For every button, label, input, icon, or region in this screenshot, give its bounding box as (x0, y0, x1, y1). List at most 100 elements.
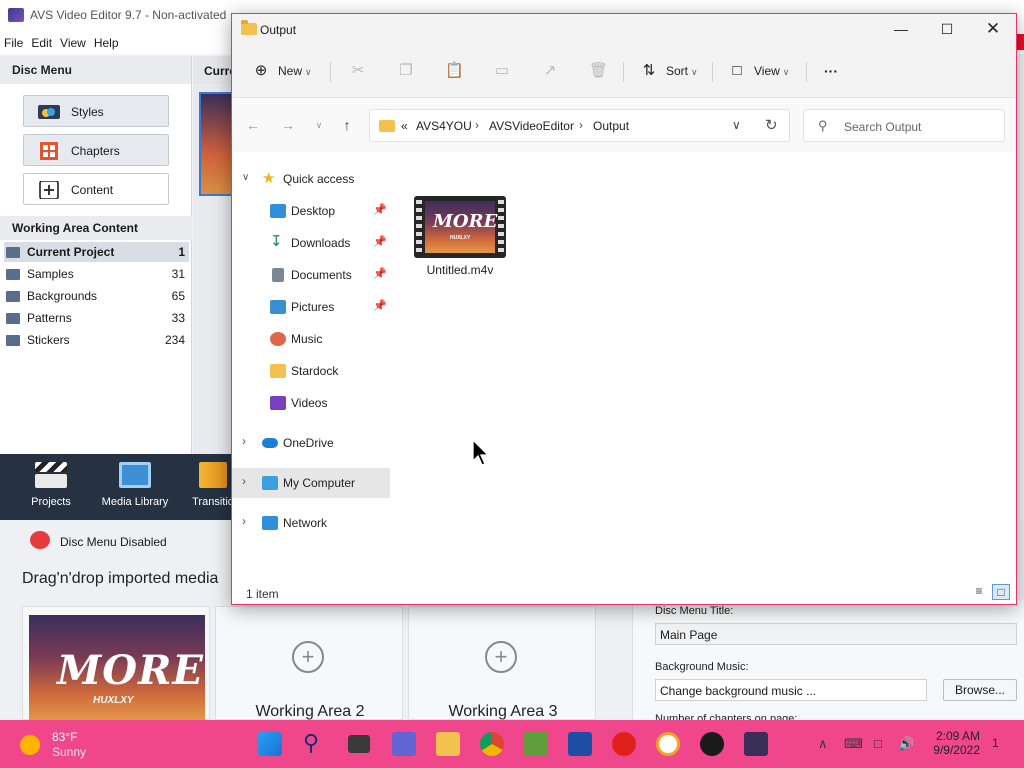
star-icon: ★ (262, 170, 276, 187)
back-arrow-icon[interactable]: ← (242, 115, 264, 135)
disc-menu-disabled-label: Disc Menu Disabled (60, 535, 167, 549)
details-view-icon[interactable]: ≡ (970, 584, 988, 600)
avs-video-editor-taskbar-icon[interactable] (744, 732, 768, 756)
file-explorer-window: Output — ☐ ✕ ⊕ New ∨ ✂ ❐ 📋 ▭ ↗ 🗑 ⇅ Sort ∨ □ V… (231, 13, 1017, 605)
network-status-icon[interactable]: □ (874, 736, 882, 751)
wac-row-patterns[interactable]: Patterns 33 (4, 308, 189, 328)
breadcrumb-avs4you[interactable]: AVS4YOU (416, 119, 472, 133)
background-music-field[interactable]: Change background music ... (655, 679, 927, 701)
refresh-icon[interactable]: ↻ (765, 116, 778, 134)
copy-icon[interactable]: ❐ (397, 62, 415, 80)
wac-row-count: 1 (178, 245, 185, 259)
rename-icon[interactable]: ▭ (493, 62, 511, 80)
new-button[interactable]: ⊕ New ∨ (252, 60, 312, 82)
minecraft-icon[interactable] (524, 732, 548, 756)
wac-row-current-project[interactable]: Current Project 1 (4, 242, 189, 262)
chapters-button[interactable]: Chapters (23, 134, 169, 166)
styles-button[interactable]: Styles (23, 95, 169, 127)
chevron-down-icon: ∨ (242, 172, 250, 183)
disc-menu-title-field[interactable]: Main Page (655, 623, 1017, 645)
view-button[interactable]: □ View ∨ (728, 60, 789, 82)
task-view-icon[interactable] (348, 735, 370, 753)
weather-temperature: 83°F (52, 730, 78, 744)
pictures-icon (270, 300, 286, 314)
keyboard-icon[interactable]: ⌨ (844, 736, 863, 752)
notification-count[interactable]: 1 (992, 736, 999, 750)
media-library-tab[interactable]: Media Library (100, 462, 170, 508)
paste-icon[interactable]: 📋 (445, 62, 464, 80)
nav-my-computer[interactable]: › My Computer (232, 468, 390, 498)
chevron-up-icon[interactable]: ∧ (818, 736, 828, 752)
explorer-navigation-bar: ← → ∨ ↑ « AVS4YOU › AVSVideoEditor › Out… (232, 98, 1016, 152)
browse-button[interactable]: Browse... (943, 679, 1017, 701)
menu-edit[interactable]: Edit (27, 32, 56, 50)
nav-downloads-label: Downloads (291, 236, 351, 250)
close-button[interactable]: ✕ (970, 14, 1016, 44)
teams-chat-icon[interactable] (392, 732, 416, 756)
thumbnail-sub-text: HUXLXY (450, 235, 471, 241)
settings-gear-icon[interactable] (700, 732, 724, 756)
file-item[interactable]: MORE HUXLXY Untitled.m4v (410, 196, 510, 277)
menu-help[interactable]: Help (90, 32, 123, 50)
share-icon[interactable]: ↗ (541, 62, 559, 80)
wac-row-name: Samples (27, 267, 74, 281)
system-clock[interactable]: 2:09 AM 9/9/2022 (920, 729, 980, 757)
nav-downloads[interactable]: ↧ Downloads 📌 (232, 228, 390, 258)
app-icon[interactable] (568, 732, 592, 756)
sun-icon (20, 735, 40, 755)
disc-menu-heading: Disc Menu (0, 56, 191, 84)
up-arrow-icon[interactable]: ↑ (336, 115, 358, 135)
maximize-button[interactable]: ☐ (924, 14, 970, 44)
wac-row-name: Stickers (27, 333, 70, 347)
clock-date: 9/9/2022 (933, 743, 980, 757)
wac-row-samples[interactable]: Samples 31 (4, 264, 189, 284)
command-separator (330, 62, 331, 82)
volume-icon[interactable]: 🔊 (898, 736, 914, 752)
security-icon[interactable] (656, 732, 680, 756)
breadcrumb-overflow[interactable]: « (401, 119, 408, 133)
opera-icon[interactable] (612, 732, 636, 756)
projects-tab[interactable]: Projects (26, 462, 76, 508)
file-list-area[interactable]: MORE HUXLXY Untitled.m4v (392, 152, 1016, 580)
working-area-3[interactable]: + Working Area 3 (408, 606, 596, 720)
start-button[interactable] (258, 732, 282, 756)
menu-view[interactable]: View (56, 32, 90, 50)
search-icon[interactable]: ⚲ (303, 732, 327, 756)
menu-file[interactable]: File (0, 32, 27, 50)
wac-row-backgrounds[interactable]: Backgrounds 65 (4, 286, 189, 306)
minimize-button[interactable]: — (878, 14, 924, 44)
preview-thumbnail[interactable] (199, 92, 233, 196)
nav-documents[interactable]: Documents 📌 (232, 260, 390, 290)
delete-icon[interactable]: 🗑 (589, 62, 608, 80)
nav-music[interactable]: Music (232, 324, 390, 354)
content-button[interactable]: Content (23, 173, 169, 205)
avs-preview-panel: Curre (193, 56, 233, 454)
nav-desktop[interactable]: Desktop 📌 (232, 196, 390, 226)
nav-stardock[interactable]: Stardock (232, 356, 390, 386)
film-holes (498, 200, 504, 254)
working-area-1-thumbnail: MORE HUXLXY (29, 615, 205, 721)
chrome-icon[interactable] (480, 732, 504, 756)
folder-icon (6, 291, 20, 302)
breadcrumb-output[interactable]: Output (593, 119, 629, 133)
file-explorer-icon[interactable] (436, 732, 460, 756)
working-area-2[interactable]: + Working Area 2 (215, 606, 403, 720)
large-icons-view-icon[interactable]: □ (992, 584, 1010, 600)
address-bar[interactable]: « AVS4YOU › AVSVideoEditor › Output ∨ ↻ (369, 109, 790, 142)
wac-row-stickers[interactable]: Stickers 234 (4, 330, 189, 350)
nav-quick-access[interactable]: ∨ ★ Quick access (232, 164, 390, 194)
sort-button[interactable]: ⇅ Sort ∨ (640, 60, 698, 82)
nav-onedrive[interactable]: › OneDrive (232, 428, 390, 458)
forward-arrow-icon[interactable]: → (277, 115, 299, 135)
chevron-down-icon[interactable]: ∨ (732, 118, 741, 132)
cut-icon[interactable]: ✂ (349, 62, 367, 80)
explorer-window-title: Output (260, 23, 297, 37)
nav-videos[interactable]: Videos (232, 388, 390, 418)
nav-pictures[interactable]: Pictures 📌 (232, 292, 390, 322)
working-area-1[interactable]: MORE HUXLXY (22, 606, 210, 721)
nav-network[interactable]: › Network (232, 508, 390, 538)
search-box[interactable]: ⚲ Search Output (803, 109, 1005, 142)
breadcrumb-avsvideoeditor[interactable]: AVSVideoEditor (489, 119, 574, 133)
recent-locations-icon[interactable]: ∨ (308, 115, 330, 135)
more-options-button[interactable]: ··· (824, 60, 838, 82)
